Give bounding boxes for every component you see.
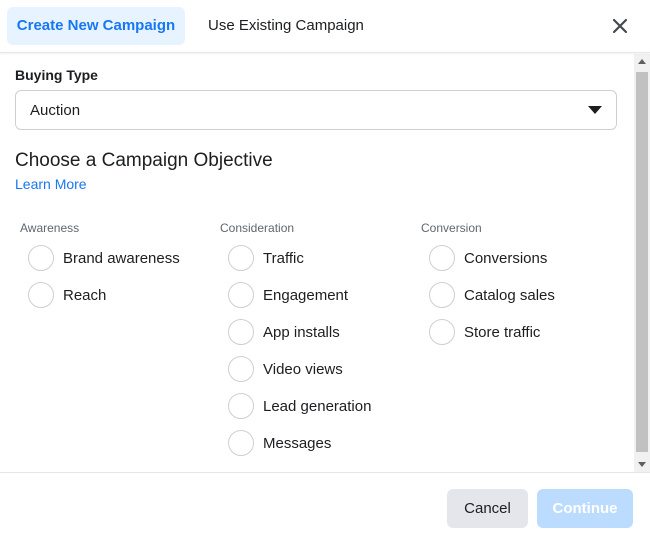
radio-button[interactable]	[228, 282, 254, 308]
objective-option-brand-awareness[interactable]: Brand awareness	[28, 245, 218, 273]
objective-option-app-installs[interactable]: App installs	[228, 319, 418, 347]
option-label: Reach	[63, 287, 107, 304]
objective-option-reach[interactable]: Reach	[28, 282, 218, 310]
close-button[interactable]	[606, 12, 634, 40]
objective-option-store-traffic[interactable]: Store traffic	[429, 319, 619, 347]
objective-option-engagement[interactable]: Engagement	[228, 282, 418, 310]
option-label: Video views	[263, 361, 343, 378]
column-header: Awareness	[20, 221, 80, 235]
dialog-footer: Cancel Continue	[0, 472, 650, 538]
objective-title: Choose a Campaign Objective	[15, 150, 273, 171]
tab-use-existing-campaign[interactable]: Use Existing Campaign	[196, 7, 376, 45]
objective-option-messages[interactable]: Messages	[228, 430, 418, 458]
radio-button[interactable]	[28, 245, 54, 271]
option-label: Conversions	[464, 250, 548, 267]
dialog-body: Buying Type Auction Choose a Campaign Ob…	[0, 54, 634, 472]
radio-button[interactable]	[228, 393, 254, 419]
option-label: Catalog sales	[464, 287, 555, 304]
option-label: Engagement	[263, 287, 349, 304]
buying-type-select[interactable]: Auction	[15, 90, 617, 130]
objective-option-traffic[interactable]: Traffic	[228, 245, 418, 273]
tab-create-new-campaign[interactable]: Create New Campaign	[7, 7, 185, 45]
buying-type-label: Buying Type	[15, 67, 98, 83]
continue-button[interactable]: Continue	[537, 489, 633, 528]
objective-option-video-views[interactable]: Video views	[228, 356, 418, 384]
radio-button[interactable]	[429, 245, 455, 271]
close-icon	[612, 18, 628, 34]
radio-button[interactable]	[228, 356, 254, 382]
option-label: Traffic	[263, 250, 304, 267]
option-label: App installs	[263, 324, 340, 341]
radio-button[interactable]	[228, 319, 254, 345]
option-label: Brand awareness	[63, 250, 180, 267]
objective-option-catalog-sales[interactable]: Catalog sales	[429, 282, 619, 310]
caret-down-icon	[588, 106, 602, 114]
learn-more-link[interactable]: Learn More	[15, 176, 87, 192]
option-label: Store traffic	[464, 324, 541, 341]
option-label: Lead generation	[263, 398, 372, 415]
column-header: Conversion	[421, 221, 482, 235]
radio-button[interactable]	[228, 245, 254, 271]
radio-button[interactable]	[429, 282, 455, 308]
scroll-up-arrow-icon[interactable]	[638, 59, 646, 64]
vertical-scrollbar[interactable]	[634, 54, 650, 472]
dialog-header: Create New Campaign Use Existing Campaig…	[0, 0, 650, 53]
buying-type-value: Auction	[30, 102, 81, 119]
radio-button[interactable]	[429, 319, 455, 345]
objective-option-conversions[interactable]: Conversions	[429, 245, 619, 273]
option-label: Messages	[263, 435, 332, 452]
scroll-down-arrow-icon[interactable]	[638, 462, 646, 467]
radio-button[interactable]	[28, 282, 54, 308]
scrollbar-thumb[interactable]	[636, 72, 648, 452]
objective-option-lead-generation[interactable]: Lead generation	[228, 393, 418, 421]
cancel-button[interactable]: Cancel	[447, 489, 528, 528]
column-header: Consideration	[220, 221, 295, 235]
radio-button[interactable]	[228, 430, 254, 456]
